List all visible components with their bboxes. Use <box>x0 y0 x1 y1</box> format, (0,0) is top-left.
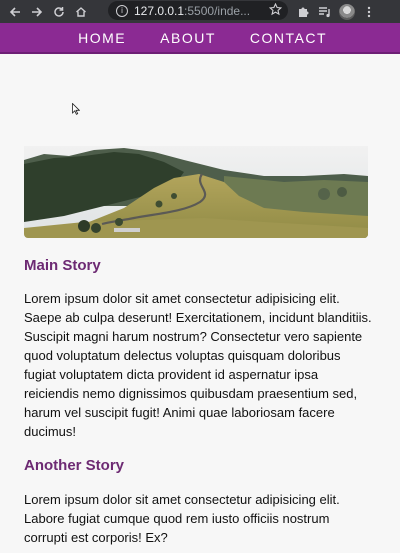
nav-about-link[interactable]: ABOUT <box>160 30 216 46</box>
reload-icon <box>54 6 64 17</box>
more-vert-icon <box>367 6 371 17</box>
extensions-button[interactable] <box>292 0 314 23</box>
arrow-left-icon <box>9 6 20 17</box>
site-nav: HOME ABOUT CONTACT <box>0 23 400 54</box>
hero-landscape-image <box>24 146 368 238</box>
another-story-text: Lorem ipsum dolor sit amet consectetur a… <box>24 492 340 545</box>
playlist-icon <box>319 6 330 17</box>
home-button[interactable] <box>70 0 92 23</box>
menu-button[interactable] <box>358 0 380 23</box>
another-story-title: Another Story <box>24 457 125 474</box>
main-story-text: Lorem ipsum dolor sit amet consectetur a… <box>24 291 372 439</box>
site-info-icon[interactable]: i <box>116 4 128 17</box>
url-path: :5500/inde... <box>184 3 251 18</box>
nav-contact-link[interactable]: CONTACT <box>250 30 327 46</box>
puzzle-icon <box>298 7 308 17</box>
back-button[interactable] <box>4 0 26 23</box>
forward-button[interactable] <box>26 0 48 23</box>
arrow-right-icon <box>32 6 43 17</box>
browser-toolbar: i 127.0.0.1:5500/inde... <box>0 0 400 23</box>
avatar <box>339 3 355 20</box>
main-story-title: Main Story <box>24 257 101 274</box>
profile-button[interactable] <box>336 0 358 23</box>
media-control-button[interactable] <box>314 0 336 23</box>
url-host: 127.0.0.1 <box>134 3 185 18</box>
bookmark-star-icon[interactable] <box>269 3 282 16</box>
address-bar[interactable]: i 127.0.0.1:5500/inde... <box>108 1 288 20</box>
home-icon <box>76 6 86 17</box>
mouse-cursor-icon <box>72 103 80 115</box>
nav-home-link[interactable]: HOME <box>78 30 126 46</box>
reload-button[interactable] <box>48 0 70 23</box>
